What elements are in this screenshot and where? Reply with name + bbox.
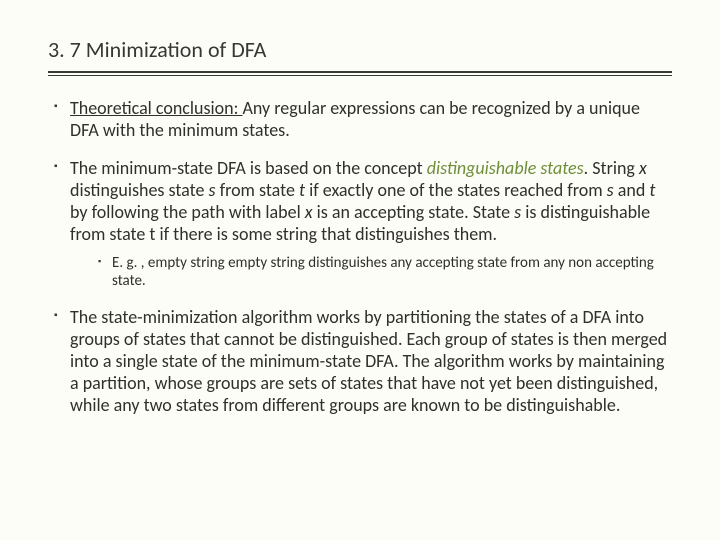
bullet-list: Theoretical conclusion: Any regular expr… [48, 98, 672, 417]
b2-x2: x [305, 201, 313, 223]
b2-p8: is an accepting state. State [313, 201, 515, 223]
b2-p5: if exactly one of the states reached fro… [305, 179, 607, 201]
b2-p2: . String [584, 157, 639, 179]
b2-p3: distinguishes state [70, 179, 209, 201]
bullet-2-sublist: E. g. , empty string empty string distin… [70, 254, 672, 292]
bullet-1-lead: Theoretical conclusion: [70, 97, 243, 119]
b2-p1: The minimum-state DFA is based on the co… [70, 157, 427, 179]
b2-term: distinguishable states [427, 157, 584, 179]
bullet-2: The minimum-state DFA is based on the co… [54, 158, 672, 291]
b2-s1: s [209, 179, 216, 201]
slide: 3. 7 Minimization of DFA Theoretical con… [0, 0, 720, 453]
bullet-3: The state-minimization algorithm works b… [54, 307, 672, 417]
divider-line-top [48, 71, 672, 73]
slide-title: 3. 7 Minimization of DFA [48, 36, 672, 69]
b2-p7: by following the path with label [70, 201, 305, 223]
b2-p4: from state [216, 179, 299, 201]
b2-p6: and [614, 179, 650, 201]
title-divider [48, 71, 672, 76]
b2-t2: t [649, 179, 655, 201]
b2-x1: x [639, 157, 647, 179]
b2-s2: s [607, 179, 614, 201]
bullet-1: Theoretical conclusion: Any regular expr… [54, 98, 672, 142]
divider-line-bottom [48, 75, 672, 76]
bullet-2-sub-1: E. g. , empty string empty string distin… [98, 254, 672, 292]
